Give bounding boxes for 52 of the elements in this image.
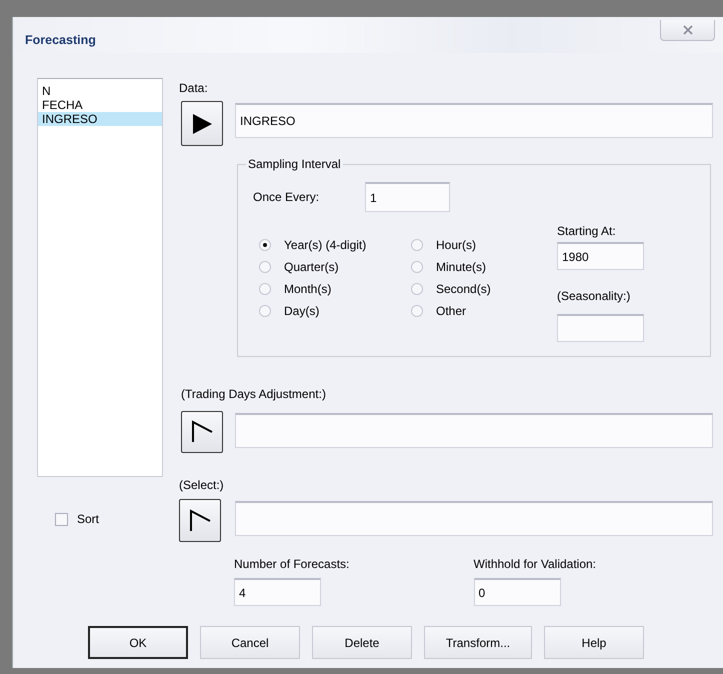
radio-button[interactable] <box>259 283 271 295</box>
field-label: Once Every: <box>253 190 320 204</box>
close-button[interactable] <box>660 20 715 41</box>
field-label: Starting At: <box>557 224 616 239</box>
radio-button[interactable] <box>411 239 423 251</box>
field-label: Withhold for Validation: <box>474 557 596 572</box>
radio-label: Second(s) <box>436 282 491 296</box>
sort-checkbox[interactable] <box>55 513 68 526</box>
dialog-button[interactable]: OK <box>88 626 188 659</box>
radio-label: Year(s) (4-digit) <box>284 238 366 252</box>
radio-button[interactable] <box>411 305 423 317</box>
data-field[interactable]: INGRESO <box>235 103 713 138</box>
input-field[interactable] <box>557 314 644 342</box>
dialog-button[interactable]: Delete <box>312 626 412 659</box>
input-field[interactable] <box>235 501 713 536</box>
window-title: Forecasting <box>25 33 96 47</box>
close-icon <box>682 25 692 35</box>
list-item[interactable]: FECHA <box>38 98 162 112</box>
arrow-button[interactable] <box>181 411 223 453</box>
field-label: Data: <box>179 81 208 96</box>
radio-label: Other <box>436 304 466 318</box>
field-label: (Seasonality:) <box>557 289 630 304</box>
dialog-button[interactable]: Help <box>544 626 644 659</box>
radio-label: Hour(s) <box>436 238 476 252</box>
radio-button[interactable] <box>411 283 423 295</box>
radio-label: Day(s) <box>284 304 320 318</box>
radio-label: Minute(s) <box>436 260 486 274</box>
field-label: Number of Forecasts: <box>234 557 350 572</box>
radio-button[interactable] <box>259 239 271 251</box>
group-title: Sampling Interval <box>246 157 343 171</box>
triangle-outline-icon <box>188 508 212 532</box>
input-field[interactable]: 4 <box>234 578 321 606</box>
field-label: (Trading Days Adjustment:) <box>181 387 326 402</box>
list-item[interactable]: INGRESO <box>38 112 162 126</box>
play-arrow-icon <box>190 112 214 136</box>
dialog-button[interactable]: Transform... <box>424 626 532 659</box>
checkbox-label: Sort <box>77 512 100 527</box>
radio-label: Quarter(s) <box>284 260 339 274</box>
input-field[interactable]: 1 <box>365 182 450 212</box>
triangle-outline-icon <box>190 420 214 444</box>
radio-button[interactable] <box>411 261 423 273</box>
arrow-button[interactable] <box>179 499 221 542</box>
dialog-button[interactable]: Cancel <box>200 626 300 659</box>
input-field[interactable]: 0 <box>474 578 560 606</box>
list-item[interactable]: N <box>38 84 162 98</box>
radio-label: Month(s) <box>284 282 332 296</box>
input-field[interactable]: 1980 <box>557 242 644 270</box>
radio-button[interactable] <box>259 261 271 273</box>
radio-button[interactable] <box>259 305 271 317</box>
input-field[interactable] <box>235 413 713 448</box>
field-label: (Select:) <box>179 478 224 493</box>
arrow-button[interactable] <box>181 101 223 146</box>
